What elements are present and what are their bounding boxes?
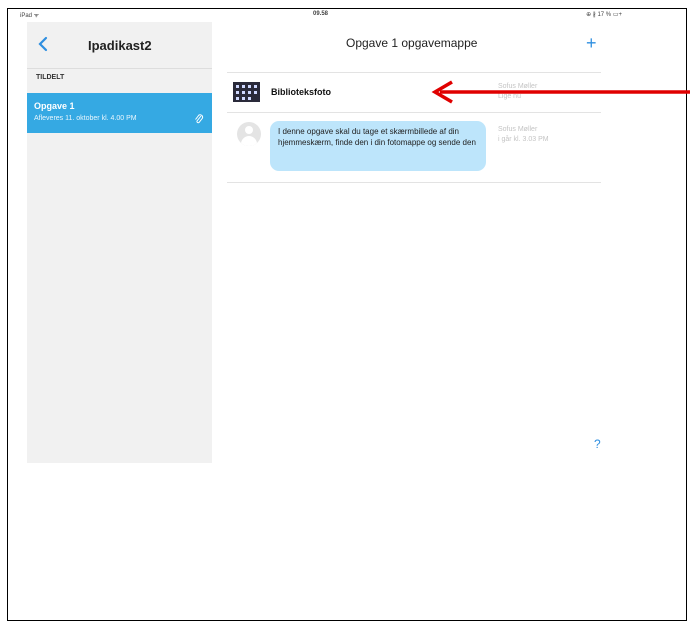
red-arrow-annotation-icon (431, 80, 690, 104)
message-author: Sofus Møller (498, 126, 538, 133)
class-title: Ipadikast2 (88, 38, 152, 53)
avatar (237, 122, 261, 146)
divider (27, 68, 212, 69)
divider (227, 112, 601, 113)
section-label-assigned: TILDELT (36, 74, 65, 81)
divider (227, 182, 601, 183)
sidebar: Ipadikast2 TILDELT Opgave 1 Afleveres 11… (27, 22, 212, 463)
device-label: iPad ᯤ (20, 13, 40, 19)
page-title: Opgave 1 opgavemappe (346, 36, 478, 50)
battery-status: ⊕ ∦ 17 % ▭+ (586, 12, 622, 18)
message-bubble: I denne opgave skal du tage et skærmbill… (270, 121, 486, 171)
photo-thumbnail (233, 82, 260, 102)
paperclip-icon (195, 114, 204, 124)
attachment-name: Biblioteksfoto (271, 87, 331, 97)
assignment-due-date: Afleveres 11. oktober kl. 4.00 PM (34, 115, 137, 122)
message-time: i går kl. 3.03 PM (498, 136, 549, 143)
clock: 09.58 (313, 11, 329, 17)
add-button[interactable]: + (586, 34, 597, 52)
assignment-title: Opgave 1 (34, 101, 75, 111)
status-bar: iPad ᯤ 09.58 ⊕ ∦ 17 % ▭+ (20, 11, 622, 21)
back-chevron-icon[interactable] (36, 36, 50, 52)
help-button[interactable]: ? (594, 437, 601, 451)
assignment-item[interactable]: Opgave 1 Afleveres 11. oktober kl. 4.00 … (27, 93, 212, 133)
